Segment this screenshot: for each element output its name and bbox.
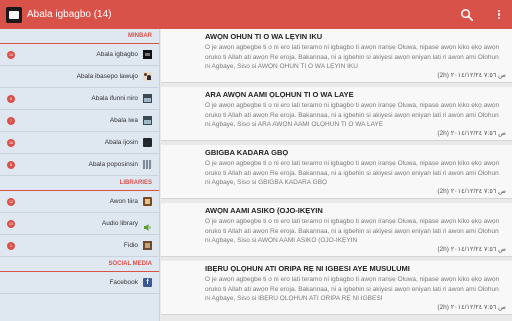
post-timestamp: (2h) ص ٧:٥٦ ٢٠١٤/١٢/٢٤ — [437, 130, 506, 137]
post-timestamp: (2h) ص ٧:٥٦ ٢٠١٤/١٢/٢٤ — [437, 304, 506, 311]
search-icon[interactable] — [460, 8, 474, 22]
drawer-item-label: Abala ibasepo lawujo — [76, 73, 138, 80]
drawer-item-label: Abala igbagbo — [96, 51, 138, 58]
grid-icon — [143, 160, 152, 169]
count-badge: 6 — [7, 94, 15, 103]
app-logo-icon[interactable] — [6, 6, 22, 23]
drawer-item-awon-tiira[interactable]: 12 Awon tiira — [0, 191, 159, 213]
post-card[interactable]: ARA AWỌN AAMI ỌLỌHUN TI O WA LAYE O je a… — [161, 87, 512, 141]
book-icon — [143, 197, 152, 206]
post-excerpt: O je awọn agbegbe ti o ni ero lati teram… — [205, 276, 500, 302]
count-badge: 7 — [7, 116, 15, 125]
post-timestamp: (2h) ص ٧:٥٦ ٢٠١٤/١٢/٢٤ — [437, 72, 506, 79]
drawer-item-abala-ibasepo-lawujo[interactable]: Abala ibasepo lawujo — [0, 66, 159, 88]
post-title: AWỌN OHUN TI O WA LẸYIN IKU — [205, 32, 323, 41]
dark-tile-icon — [143, 138, 152, 147]
drawer-item-label: Audio library — [101, 220, 138, 227]
count-badge: 8 — [7, 160, 15, 169]
drawer-item-facebook[interactable]: Facebook f — [0, 272, 159, 294]
drawer-item-label: Abala iwa — [109, 117, 138, 124]
post-card[interactable]: IBẸRU ỌLỌHUN ATI ORIPA RẸ NI IGBESI AYE … — [161, 261, 512, 315]
drawer-item-label: Abala ifunni niro — [91, 95, 138, 102]
drawer-item-label: Fidio — [123, 242, 138, 249]
people-icon — [143, 72, 152, 81]
drawer-item-label: Abala ijosin — [104, 139, 138, 146]
drawer-item-abala-ifunni-niro[interactable]: 6 Abala ifunni niro — [0, 88, 159, 110]
drawer-item-audio-library[interactable]: 10 Audio library — [0, 213, 159, 235]
section-header-social-media: SOCIAL MEDIA — [0, 257, 159, 272]
post-excerpt: O je awọn agbegbe ti o ni ero lati teram… — [205, 102, 500, 128]
post-title: ARA AWỌN AAMI ỌLỌHUN TI O WA LAYE — [205, 90, 354, 99]
count-badge: 12 — [7, 197, 15, 206]
post-timestamp: (2h) ص ٧:٥٦ ٢٠١٤/١٢/٢٤ — [437, 188, 506, 195]
drawer-item-label: Facebook — [109, 279, 138, 286]
drawer-item-label: Awon tiira — [109, 198, 138, 205]
count-badge: 1 — [7, 241, 15, 250]
post-card[interactable]: GBIGBA KADARA GBỌ O je awọn agbegbe ti o… — [161, 145, 512, 199]
post-excerpt: O je awọn agbegbe ti o ni ero lati teram… — [205, 44, 500, 70]
count-badge: 15 — [7, 138, 15, 147]
film-icon — [143, 241, 152, 250]
post-card[interactable]: AWỌN OHUN TI O WA LẸYIN IKU O je awọn ag… — [161, 29, 512, 83]
photo-icon — [143, 94, 152, 103]
app-title: Abala igbagbo (14) — [27, 9, 112, 20]
drawer-item-label: Abala poposinsin — [88, 161, 138, 168]
speaker-icon — [143, 219, 152, 231]
count-badge: 10 — [7, 219, 15, 228]
count-badge: 14 — [7, 50, 15, 59]
drawer-item-abala-ijosin[interactable]: 15 Abala ijosin — [0, 132, 159, 154]
post-timestamp: (2h) ص ٧:٥٦ ٢٠١٤/١٢/٢٤ — [437, 246, 506, 253]
post-excerpt: O je awọn agbegbe ti o ni ero lati teram… — [205, 218, 500, 244]
drawer-item-abala-igbagbo[interactable]: 14 Abala igbagbo — [0, 44, 159, 66]
section-header-libraries: LIBRARIES — [0, 176, 159, 191]
post-list: AWỌN OHUN TI O WA LẸYIN IKU O je awọn ag… — [161, 29, 512, 321]
post-title: IBẸRU ỌLỌHUN ATI ORIPA RẸ NI IGBESI AYE … — [205, 264, 410, 273]
post-title: AWỌN AAMI ASIKO (OJO-IKẸYIN — [205, 206, 323, 215]
photo-icon — [143, 116, 152, 125]
post-card[interactable]: AWỌN AAMI ASIKO (OJO-IKẸYIN O je awọn ag… — [161, 203, 512, 257]
section-header-minbar: MINBAR — [0, 29, 159, 44]
post-title: GBIGBA KADARA GBỌ — [205, 148, 289, 157]
drawer-item-fidio[interactable]: 1 Fidio — [0, 235, 159, 257]
facebook-icon: f — [143, 278, 152, 287]
drawer-item-abala-poposinsin[interactable]: 8 Abala poposinsin — [0, 154, 159, 176]
app-bar: Abala igbagbo (14) — [0, 0, 512, 29]
more-vert-icon[interactable] — [494, 8, 504, 22]
navigation-drawer: MINBAR 14 Abala igbagbo Abala ibasepo la… — [0, 29, 160, 321]
black-tile-icon — [143, 50, 152, 59]
post-excerpt: O je awọn agbegbe ti o ni ero lati teram… — [205, 160, 500, 186]
drawer-item-abala-iwa[interactable]: 7 Abala iwa — [0, 110, 159, 132]
